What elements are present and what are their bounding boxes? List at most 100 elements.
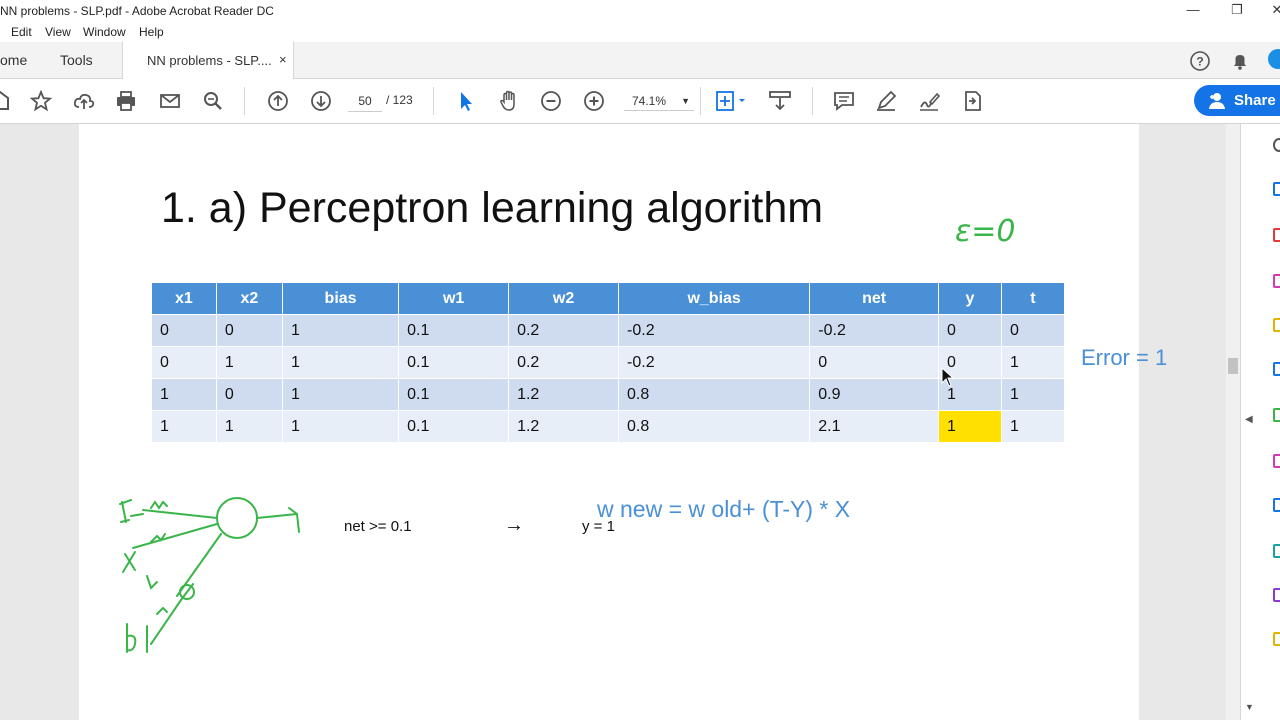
perceptron-sketch	[119, 497, 300, 653]
vertical-scrollbar[interactable]	[1226, 124, 1240, 720]
sign-icon[interactable]	[917, 89, 941, 113]
update-rule: w new = w old+ (T-Y) * X	[597, 496, 851, 522]
table-cell: 1	[1001, 378, 1066, 411]
table-cell: 1	[282, 346, 400, 379]
toolbar-divider	[433, 87, 434, 115]
table-row: 1 1 1 0.1 1.2 0.8 2.1 1 1	[152, 410, 1066, 442]
protect-icon[interactable]	[1273, 544, 1280, 558]
settings-icon[interactable]	[1273, 138, 1280, 152]
table-cell: 1	[1001, 410, 1066, 442]
table-cell: 1	[282, 410, 400, 442]
right-tools-panel: ◀ ▼	[1240, 124, 1280, 720]
window-title: NN problems - SLP.pdf - Adobe Acrobat Re…	[0, 4, 274, 18]
search-icon[interactable]	[201, 89, 225, 113]
fill-sign-icon[interactable]	[1273, 454, 1280, 468]
prepare-form-icon[interactable]	[1273, 588, 1280, 602]
table-row: 0 0 1 0.1 0.2 -0.2 -0.2 0 0	[152, 314, 1066, 347]
table-cell: 0	[809, 346, 939, 379]
hand-tool-icon[interactable]	[497, 89, 521, 113]
col-header-x1: x1	[152, 283, 217, 315]
tab-document-label: NN problems - SLP....	[147, 53, 272, 68]
table-cell: -0.2	[618, 314, 811, 347]
share-button-label: Share	[1234, 92, 1276, 109]
minimize-button[interactable]: —	[1178, 2, 1208, 17]
add-user-icon	[1208, 92, 1228, 114]
export-pdf-icon[interactable]	[1273, 228, 1280, 242]
table-cell: 0	[938, 314, 1002, 347]
mail-icon[interactable]	[158, 89, 182, 113]
tab-tools[interactable]: Tools	[60, 52, 93, 68]
table-cell: 1	[216, 346, 283, 379]
zoom-out-icon[interactable]	[539, 89, 563, 113]
scroll-down-icon[interactable]: ▼	[1245, 702, 1254, 712]
close-window-button[interactable]: ✕	[1262, 2, 1280, 18]
combine-files-icon[interactable]	[1273, 362, 1280, 376]
menu-view[interactable]: View	[45, 25, 71, 39]
table-cell: 1.2	[508, 378, 620, 411]
table-cell: 0.9	[809, 378, 939, 411]
scroll-mode-icon[interactable]	[768, 89, 792, 113]
table-cell: 0	[216, 378, 283, 411]
page-up-icon[interactable]	[266, 89, 290, 113]
svg-text:?: ?	[1196, 55, 1203, 69]
table-row: 0 1 1 0.1 0.2 -0.2 0 0 1	[152, 346, 1066, 379]
share-tools-icon[interactable]	[960, 89, 984, 113]
menu-edit[interactable]: Edit	[11, 25, 32, 39]
toolbar-divider	[700, 87, 701, 115]
toolbar-divider	[812, 87, 813, 115]
fit-page-icon[interactable]	[714, 89, 748, 113]
edit-pdf-icon[interactable]	[1273, 182, 1280, 196]
col-header-w2: w2	[508, 283, 620, 315]
bell-icon[interactable]	[1229, 50, 1251, 72]
epsilon-note: ε=0	[955, 214, 1016, 249]
home-icon[interactable]	[0, 89, 12, 113]
comment-tool-icon[interactable]	[1273, 318, 1280, 332]
avatar[interactable]	[1268, 49, 1280, 69]
help-icon[interactable]: ?	[1189, 50, 1211, 72]
error-annotation: Error = 1	[1081, 345, 1168, 370]
col-header-x2: x2	[216, 283, 283, 315]
share-button[interactable]: Share	[1194, 85, 1280, 116]
menu-help[interactable]: Help	[139, 25, 164, 39]
collapse-panel-icon[interactable]: ◀	[1245, 414, 1253, 425]
comment-icon[interactable]	[832, 89, 856, 113]
table-cell: 1	[152, 378, 217, 411]
table-cell: 0.1	[398, 314, 510, 347]
page-total: / 123	[386, 93, 413, 107]
tab-home[interactable]: ome	[0, 52, 27, 68]
table-cell: 2.1	[809, 410, 939, 442]
star-icon[interactable]	[29, 89, 53, 113]
highlighted-cell: 1	[938, 410, 1002, 442]
zoom-level-select[interactable]: 74.1% ▼	[624, 91, 694, 111]
table-cell: 0.2	[508, 346, 620, 379]
tab-document[interactable]: NN problems - SLP.... ×	[122, 42, 294, 79]
pdf-page: 1. a) Perceptron learning algorithm x1 x…	[79, 124, 1167, 720]
scrollbar-thumb[interactable]	[1228, 358, 1238, 374]
table-cell: -0.2	[809, 314, 939, 347]
send-review-icon[interactable]	[1273, 498, 1280, 512]
select-cursor-icon[interactable]	[454, 89, 478, 113]
table-cell: 1	[216, 410, 283, 442]
restore-button[interactable]: ❐	[1222, 2, 1252, 18]
print-icon[interactable]	[114, 89, 138, 113]
create-pdf-icon[interactable]	[1273, 274, 1280, 288]
table-cell: 1.2	[508, 410, 620, 442]
page-number-input[interactable]: 50	[348, 91, 382, 112]
cloud-upload-icon[interactable]	[72, 89, 96, 113]
table-cell: 0.2	[508, 314, 620, 347]
zoom-in-icon[interactable]	[582, 89, 606, 113]
menu-window[interactable]: Window	[83, 25, 126, 39]
menu-bar: Edit View Window Help	[0, 22, 1280, 42]
table-cell: 1	[1001, 346, 1066, 379]
page-down-icon[interactable]	[309, 89, 333, 113]
col-header-t: t	[1001, 283, 1066, 315]
organize-pages-icon[interactable]	[1273, 408, 1280, 422]
table-cell: 0.1	[398, 378, 510, 411]
more-tools-icon[interactable]	[1273, 632, 1280, 646]
table-cell: 0.1	[398, 346, 510, 379]
threshold-rule: net >= 0.1	[344, 518, 412, 535]
table-cell: 0	[152, 314, 217, 347]
table-cell: 1	[282, 314, 400, 347]
highlight-pen-icon[interactable]	[874, 89, 898, 113]
close-tab-icon[interactable]: ×	[279, 52, 287, 67]
